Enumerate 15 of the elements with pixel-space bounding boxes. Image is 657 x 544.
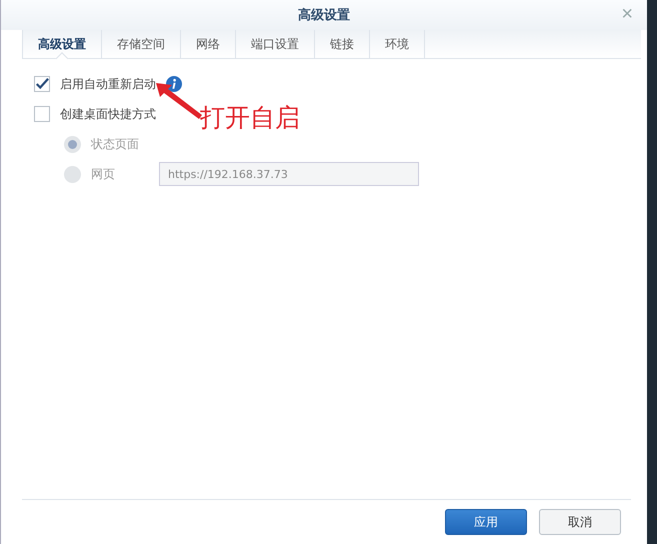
cancel-button[interactable]: 取消	[539, 509, 621, 535]
tab[interactable]: 网络	[180, 30, 235, 58]
checkbox[interactable]	[34, 76, 50, 92]
option-label: 创建桌面快捷方式	[60, 106, 156, 122]
window-title: 高级设置	[298, 6, 350, 24]
option-label: 网页	[91, 166, 115, 182]
option-label: 状态页面	[91, 136, 139, 152]
checkbox[interactable]	[34, 106, 50, 122]
option-label: 启用自动重新启动	[60, 76, 156, 92]
apply-button[interactable]: 应用	[445, 509, 527, 535]
tab[interactable]: 端口设置	[235, 30, 314, 58]
tab[interactable]: 链接	[314, 30, 369, 58]
tab[interactable]: 环境	[369, 30, 425, 58]
annotation-text: 打开自启	[200, 102, 300, 134]
tab[interactable]: 存储空间	[101, 30, 180, 58]
